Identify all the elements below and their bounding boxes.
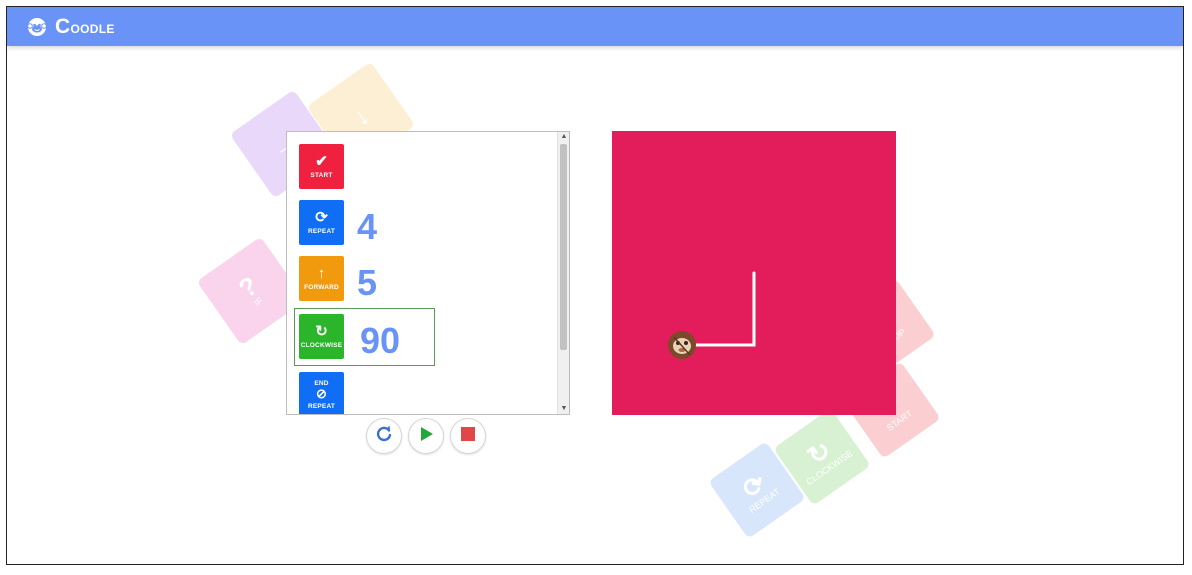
end-repeat-block[interactable]: END ⊘ REPEAT [299, 372, 344, 414]
scrollbar-thumb[interactable] [560, 144, 567, 350]
scroll-up-arrow-icon[interactable]: ▲ [558, 132, 569, 142]
monkey-sprite-icon [666, 329, 698, 361]
repeat-icon: ⟳ [315, 209, 328, 226]
repeat-block[interactable]: ⟳ REPEAT [299, 200, 344, 245]
brand-name[interactable]: Coodle [55, 15, 115, 39]
program-editor[interactable]: ✔ START ⟳ REPEAT 4 ↑ FORWARD 5 ↻ CLOCKWI… [286, 131, 570, 415]
play-icon [417, 425, 435, 448]
arrow-up-icon: ↑ [317, 265, 326, 282]
run-button[interactable] [408, 418, 444, 454]
drawing-stage[interactable] [612, 131, 896, 415]
start-block[interactable]: ✔ START [299, 144, 344, 189]
clockwise-block[interactable]: ↻ CLOCKWISE [299, 314, 344, 359]
clockwise-degrees[interactable]: 90 [360, 323, 400, 359]
stop-icon [459, 425, 477, 448]
drawn-path [682, 271, 756, 347]
reset-button[interactable] [366, 418, 402, 454]
scroll-down-arrow-icon[interactable]: ▼ [558, 404, 569, 414]
forward-block[interactable]: ↑ FORWARD [299, 256, 344, 301]
rotate-clockwise-icon: ↻ [315, 323, 328, 340]
checkmark-icon: ✔ [315, 153, 328, 170]
repeat-count[interactable]: 4 [357, 209, 377, 245]
monkey-face-icon[interactable] [27, 17, 47, 37]
no-repeat-icon: ⊘ [316, 385, 327, 401]
editor-scrollbar[interactable]: ▲ ▼ [557, 132, 569, 414]
top-navbar: Coodle [7, 7, 1183, 46]
refresh-icon [375, 425, 393, 448]
app-window: Coodle → ↓ ? IF ●STOP ✓START ↻CLOCKWISE … [6, 6, 1184, 565]
forward-steps[interactable]: 5 [357, 265, 377, 301]
stop-button[interactable] [450, 418, 486, 454]
